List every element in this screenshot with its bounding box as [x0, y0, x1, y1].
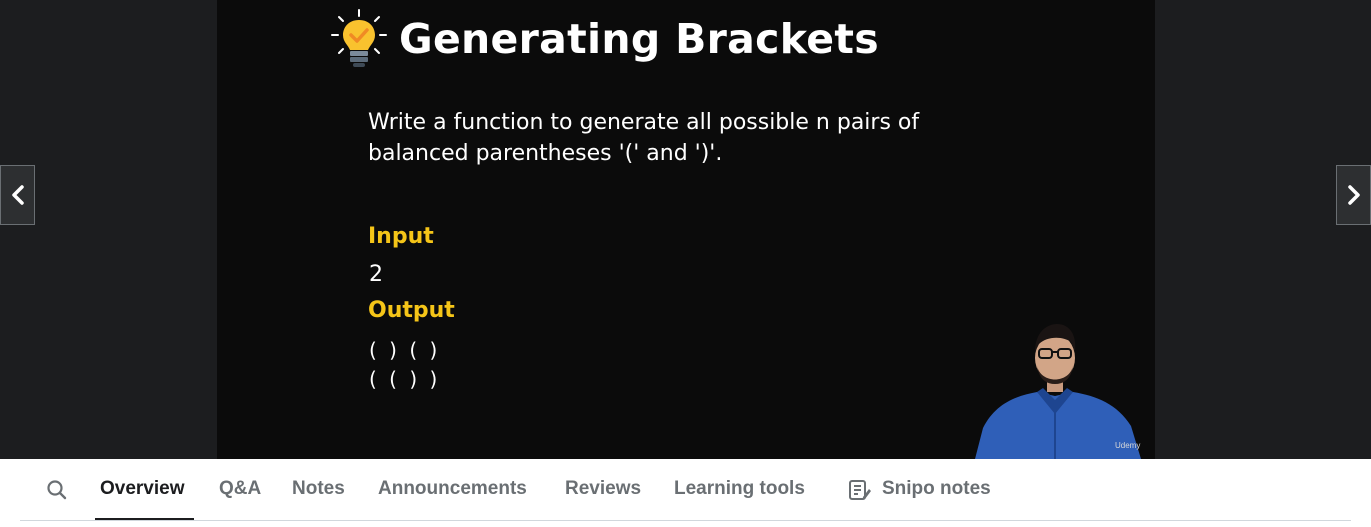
- chevron-right-icon: [1347, 185, 1360, 205]
- slide-header: Generating Brackets: [329, 8, 879, 70]
- output-line: ( ( ) ): [369, 367, 441, 391]
- search-button[interactable]: [44, 477, 70, 503]
- video-frame[interactable]: Generating Brackets Write a function to …: [217, 0, 1155, 459]
- notes-icon: [849, 480, 871, 500]
- tab-announcements[interactable]: Announcements: [378, 478, 527, 500]
- chevron-left-icon: [11, 185, 24, 205]
- problem-description-line-2: balanced parentheses '(' and ')'.: [368, 141, 723, 166]
- tab-reviews[interactable]: Reviews: [565, 478, 641, 500]
- output-line: ( ) ( ): [369, 338, 441, 362]
- snipo-notes-icon-wrap[interactable]: [846, 477, 872, 503]
- previous-lecture-button[interactable]: [0, 165, 35, 225]
- output-label: Output: [368, 298, 455, 323]
- input-label: Input: [368, 224, 434, 249]
- course-tabs-bar: Overview Q&A Notes Announcements Reviews…: [0, 459, 1371, 527]
- instructor-video-overlay: [975, 318, 1155, 459]
- tab-overview[interactable]: Overview: [100, 478, 185, 500]
- lightbulb-icon: [331, 9, 387, 67]
- next-lecture-button[interactable]: [1336, 165, 1371, 225]
- udemy-watermark: Udemy: [1115, 441, 1141, 450]
- video-player: Generating Brackets Write a function to …: [0, 0, 1371, 459]
- input-value: 2: [369, 262, 383, 287]
- problem-description-line-1: Write a function to generate all possibl…: [368, 110, 920, 135]
- tab-notes[interactable]: Notes: [292, 478, 345, 500]
- tabs-divider: [20, 520, 1351, 521]
- tab-snipo-notes[interactable]: Snipo notes: [882, 478, 991, 500]
- tab-qa[interactable]: Q&A: [219, 478, 261, 500]
- search-icon: [47, 480, 67, 500]
- slide-title: Generating Brackets: [399, 15, 879, 63]
- tab-learning-tools[interactable]: Learning tools: [674, 478, 805, 500]
